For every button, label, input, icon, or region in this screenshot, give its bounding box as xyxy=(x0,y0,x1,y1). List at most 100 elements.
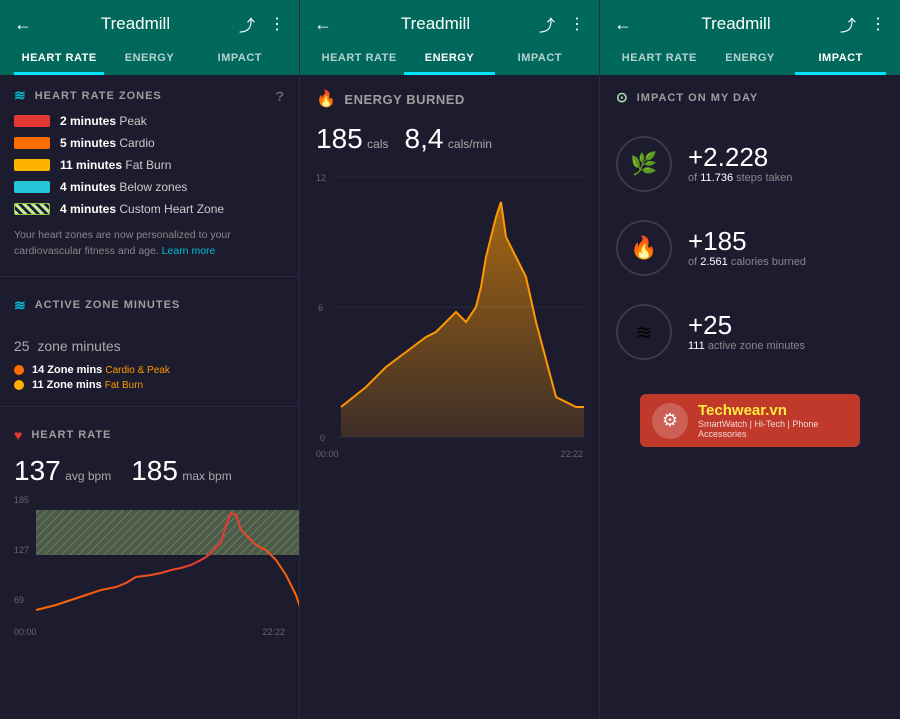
section-hr-header: ♥ HEART RATE xyxy=(0,415,299,449)
azm-value: 25 zone minutes xyxy=(0,320,299,360)
techwear-sub: SmartWatch | Hi-Tech | Phone Accessories xyxy=(698,419,848,439)
content-1: ≋ HEART RATE ZONES ? 2 minutes Peak 5 mi… xyxy=(0,75,299,719)
zone-label-below: 4 minutes Below zones xyxy=(60,180,187,194)
tab-heart-rate-3[interactable]: HEART RATE xyxy=(614,44,705,75)
hr-values: 137 avg bpm 185 max bpm xyxy=(0,449,299,495)
tabs-2: HEART RATE ENERGY IMPACT xyxy=(314,44,585,75)
hr-svg xyxy=(36,495,299,625)
panel-energy: ← Treadmill ⤴ ⋮ HEART RATE ENERGY IMPACT… xyxy=(300,0,600,719)
azm-legend-fatburn: 11 Zone mins Fat Burn xyxy=(14,379,285,391)
hr-title: HEART RATE xyxy=(31,429,111,441)
zones-icon: ≋ xyxy=(14,87,27,104)
back-button-3[interactable]: ← xyxy=(614,14,632,35)
zones-title: HEART RATE ZONES xyxy=(35,90,162,102)
hr-max: 185 max bpm xyxy=(131,455,232,487)
impact-steps-desc: of 11.736 steps taken xyxy=(688,172,792,184)
section-hr-zones-header: ≋ HEART RATE ZONES ? xyxy=(0,75,299,110)
azm-text-cardio: 14 Zone mins Cardio & Peak xyxy=(32,364,170,376)
impact-steps-info: +2.228 of 11.736 steps taken xyxy=(688,144,792,184)
impact-dot-icon: ⊙ xyxy=(616,89,629,106)
impact-steps-value: +2.228 xyxy=(688,144,792,170)
impact-calories: 🔥 +185 of 2.561 calories burned xyxy=(600,206,900,290)
header-icons-1: ⤴ ⋮ xyxy=(239,12,285,36)
zone-custom: 4 minutes Custom Heart Zone xyxy=(0,198,299,220)
zone-peak: 2 minutes Peak xyxy=(0,110,299,132)
zone-label-peak: 2 minutes Peak xyxy=(60,114,147,128)
fire-icon: 🔥 xyxy=(316,89,336,109)
menu-button-3[interactable]: ⋮ xyxy=(870,14,886,34)
impact-cals-info: +185 of 2.561 calories burned xyxy=(688,228,806,268)
hr-y-69: 69 xyxy=(14,595,24,605)
divider-2 xyxy=(0,406,299,407)
zones-help[interactable]: ? xyxy=(275,88,285,104)
impact-cals-value: +185 xyxy=(688,228,806,254)
tab-energy-2[interactable]: ENERGY xyxy=(404,44,494,75)
svg-text:0: 0 xyxy=(320,433,325,443)
tab-impact-3[interactable]: IMPACT xyxy=(795,44,886,75)
energy-rate: 8,4 cals/min xyxy=(405,123,492,155)
energy-time-end: 22:22 xyxy=(560,449,583,459)
azm-dot-yellow xyxy=(14,380,24,390)
techwear-logo: ⚙ Techwear.vn SmartWatch | Hi-Tech | Pho… xyxy=(640,394,860,447)
title-1: Treadmill xyxy=(101,14,170,34)
steps-icon: 🌿 xyxy=(630,151,657,177)
energy-section-header: 🔥 ENERGY BURNED xyxy=(300,75,599,117)
zone-bar-custom xyxy=(14,203,50,215)
svg-text:12: 12 xyxy=(316,173,326,183)
tab-impact-1[interactable]: IMPACT xyxy=(195,44,285,75)
zone-bar-fatburn xyxy=(14,159,50,171)
tabs-1: HEART RATE ENERGY IMPACT xyxy=(14,44,285,75)
back-button-2[interactable]: ← xyxy=(314,14,332,35)
zone-fatburn: 11 minutes Fat Burn xyxy=(0,154,299,176)
zone-cardio: 5 minutes Cardio xyxy=(0,132,299,154)
tab-impact-2[interactable]: IMPACT xyxy=(495,44,585,75)
techwear-logo-icon: ⚙ xyxy=(652,403,688,439)
azm-legend-cardio: 14 Zone mins Cardio & Peak xyxy=(14,364,285,376)
impact-cals-desc: of 2.561 calories burned xyxy=(688,256,806,268)
share-button-1[interactable]: ⤴ xyxy=(239,12,255,36)
title-3: Treadmill xyxy=(701,14,770,34)
impact-section-header: ⊙ IMPACT ON MY DAY xyxy=(600,75,900,122)
energy-svg: 12 6 0 xyxy=(316,167,584,447)
azm-title: ACTIVE ZONE MINUTES xyxy=(35,299,181,311)
menu-button-1[interactable]: ⋮ xyxy=(269,14,285,34)
hr-y-185: 185 xyxy=(14,495,29,505)
energy-chart: 12 6 0 xyxy=(300,167,599,447)
impact-azm-desc: 111 active zone minutes xyxy=(688,340,805,352)
back-button-1[interactable]: ← xyxy=(14,14,32,35)
azm-text-fatburn: 11 Zone mins Fat Burn xyxy=(32,379,143,391)
menu-button-2[interactable]: ⋮ xyxy=(569,14,585,34)
header-icons-2: ⤴ ⋮ xyxy=(539,12,585,36)
svg-text:6: 6 xyxy=(318,303,323,313)
energy-time-start: 00:00 xyxy=(316,449,339,459)
azm-icon: ≋ xyxy=(14,297,27,314)
tab-energy-3[interactable]: ENERGY xyxy=(705,44,796,75)
header-icons-3: ⤴ ⋮ xyxy=(840,12,886,36)
content-2: 🔥 ENERGY BURNED 185 cals 8,4 cals/min xyxy=(300,75,599,719)
impact-circle-cals: 🔥 xyxy=(616,220,672,276)
tab-energy-1[interactable]: ENERGY xyxy=(104,44,194,75)
tab-heart-rate-2[interactable]: HEART RATE xyxy=(314,44,404,75)
energy-cals: 185 cals xyxy=(316,123,389,155)
impact-azm: ≋ +25 111 active zone minutes xyxy=(600,290,900,374)
panel-heart-rate: ← Treadmill ⤴ ⋮ HEART RATE ENERGY IMPACT… xyxy=(0,0,300,719)
impact-circle-azm: ≋ xyxy=(616,304,672,360)
cals-icon: 🔥 xyxy=(630,235,657,261)
energy-title: ENERGY BURNED xyxy=(344,92,464,107)
panel-impact: ← Treadmill ⤴ ⋮ HEART RATE ENERGY IMPACT… xyxy=(600,0,900,719)
heart-icon: ♥ xyxy=(14,427,23,443)
tab-heart-rate-1[interactable]: HEART RATE xyxy=(14,44,104,75)
share-button-3[interactable]: ⤴ xyxy=(840,12,856,36)
energy-stats: 185 cals 8,4 cals/min xyxy=(300,117,599,167)
hr-y-127: 127 xyxy=(14,545,29,555)
impact-steps: 🌿 +2.228 of 11.736 steps taken xyxy=(600,122,900,206)
techwear-logo-text: Techwear.vn SmartWatch | Hi-Tech | Phone… xyxy=(698,402,848,439)
azm-dot-orange xyxy=(14,365,24,375)
impact-azm-info: +25 111 active zone minutes xyxy=(688,312,805,352)
learn-more-link[interactable]: Learn more xyxy=(162,245,216,257)
energy-time-labels: 00:00 22:22 xyxy=(300,447,599,461)
zone-bar-cardio xyxy=(14,137,50,149)
tabs-3: HEART RATE ENERGY IMPACT xyxy=(614,44,886,75)
share-button-2[interactable]: ⤴ xyxy=(539,12,555,36)
divider-1 xyxy=(0,276,299,277)
